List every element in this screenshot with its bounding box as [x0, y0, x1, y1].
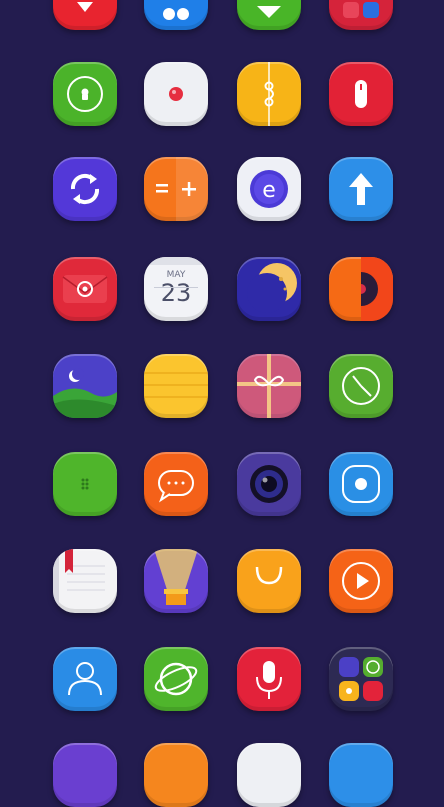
- music-app-icon[interactable]: [329, 257, 393, 321]
- partial-app-icon-2[interactable]: [144, 743, 208, 807]
- dots-app-icon[interactable]: [144, 0, 208, 30]
- sync-app-icon[interactable]: [53, 157, 117, 221]
- shopping-bag-glyph-icon: [255, 566, 283, 585]
- mouse-app-icon[interactable]: [329, 62, 393, 126]
- video-player-glyph-icon: [342, 562, 380, 600]
- calendar-day: 23: [161, 279, 192, 307]
- partial-app-icon-1[interactable]: [53, 743, 117, 807]
- screen-recorder-glyph-icon: [342, 465, 380, 503]
- gift-glyph-icon: [237, 354, 301, 418]
- upload-glyph-icon: [349, 173, 373, 205]
- upload-app-icon[interactable]: [329, 157, 393, 221]
- notes-app-icon[interactable]: [144, 354, 208, 418]
- map-pin-app-icon[interactable]: [53, 0, 117, 30]
- gift-app-icon[interactable]: [237, 354, 301, 418]
- video-player-app-icon[interactable]: [329, 549, 393, 613]
- gallery-glyph-icon: [53, 368, 117, 418]
- clock-app-icon[interactable]: [329, 354, 393, 418]
- svg-text:e: e: [262, 178, 276, 203]
- phone-dialer-app-icon[interactable]: [53, 452, 117, 516]
- planet-browser-app-icon[interactable]: [144, 647, 208, 711]
- contacts-glyph-icon: [68, 662, 102, 696]
- folder-glyph-icon: [339, 657, 383, 701]
- map-pin-glyph-icon: [77, 2, 93, 12]
- toggle-app-icon[interactable]: [329, 0, 393, 30]
- camera-app-icon[interactable]: [237, 452, 301, 516]
- flashlight-glyph-icon: [154, 549, 198, 605]
- partial-app-icon-4[interactable]: [329, 743, 393, 807]
- partial-2-glyph-icon: [144, 743, 208, 807]
- download-glyph-icon: [257, 6, 281, 18]
- mouse-glyph-icon: [355, 80, 367, 108]
- email-app-icon[interactable]: [53, 257, 117, 321]
- voice-recorder-app-icon[interactable]: [237, 647, 301, 711]
- partial-4-glyph-icon: [329, 743, 393, 807]
- contacts-lock-glyph-icon: [67, 76, 103, 112]
- bookmark-glyph-icon: [53, 549, 105, 613]
- calendar-glyph-icon: MAY 23: [144, 257, 208, 307]
- file-manager-app-icon[interactable]: [237, 62, 301, 126]
- bookmark-app-icon[interactable]: [53, 549, 117, 613]
- app-icon-grid: e MAY 23: [0, 0, 444, 807]
- planet-browser-glyph-icon: [154, 662, 198, 696]
- calendar-app-icon[interactable]: MAY 23: [144, 257, 208, 321]
- dots-glyph-icon: [163, 8, 189, 20]
- email-glyph-icon: [62, 275, 108, 303]
- calculator-app-icon[interactable]: [144, 157, 208, 221]
- camera-glyph-icon: [250, 465, 288, 503]
- voice-recorder-glyph-icon: [256, 661, 282, 699]
- partial-1-glyph-icon: [53, 743, 117, 807]
- flashlight-app-icon[interactable]: [144, 549, 208, 613]
- contacts-lock-app-icon[interactable]: [53, 62, 117, 126]
- download-app-icon[interactable]: [237, 0, 301, 30]
- messages-glyph-icon: [158, 470, 194, 503]
- toggle-glyph-icon: [343, 2, 379, 18]
- sync-glyph-icon: [70, 173, 100, 205]
- screen-recorder-app-icon[interactable]: [329, 452, 393, 516]
- messages-app-icon[interactable]: [144, 452, 208, 516]
- music-glyph-icon: [343, 257, 393, 321]
- contacts-app-icon[interactable]: [53, 647, 117, 711]
- clock-glyph-icon: [342, 367, 380, 405]
- notes-glyph-icon: [144, 372, 208, 398]
- recorder-app-icon[interactable]: [144, 62, 208, 126]
- moon-glyph-icon: [247, 263, 297, 313]
- browser-glyph-icon: e: [250, 170, 288, 208]
- moon-app-icon[interactable]: [237, 257, 301, 321]
- calculator-glyph-icon: [156, 157, 208, 221]
- phone-dialer-glyph-icon: [81, 478, 89, 490]
- gallery-app-icon[interactable]: [53, 354, 117, 418]
- file-manager-glyph-icon: [264, 62, 274, 126]
- shopping-bag-app-icon[interactable]: [237, 549, 301, 613]
- browser-app-icon[interactable]: e: [237, 157, 301, 221]
- partial-3-glyph-icon: [237, 743, 301, 807]
- recorder-glyph-icon: [169, 87, 183, 101]
- folder-app-icon[interactable]: [329, 647, 393, 711]
- partial-app-icon-3[interactable]: [237, 743, 301, 807]
